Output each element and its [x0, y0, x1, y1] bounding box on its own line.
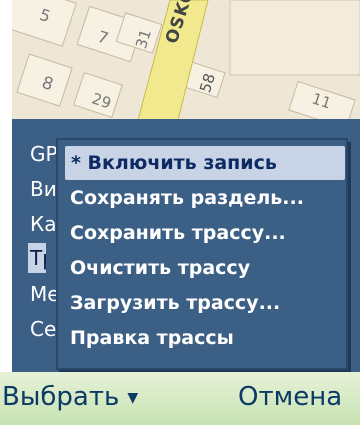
select-softkey-label: Выбрать — [2, 382, 120, 412]
submenu-item-clear-track[interactable]: Очистить трассу — [70, 251, 250, 285]
submenu-item-save-track[interactable]: Сохранить трассу... — [70, 216, 286, 250]
submenu-item-enable-recording[interactable]: * Включить запись — [65, 146, 345, 180]
cancel-softkey[interactable]: Отмена — [238, 380, 342, 414]
softkey-bar: Выбрать ▼ Отмена — [0, 372, 360, 425]
select-softkey[interactable]: Выбрать ▼ — [2, 380, 138, 415]
submenu-item-load-track[interactable]: Загрузить трассу... — [70, 286, 280, 320]
submenu-item-edit-track[interactable]: Правка трассы — [70, 321, 234, 355]
caret-down-icon: ▼ — [127, 389, 139, 406]
phone-screen: OSKOVS 5 7 31 58 8 29 11 GPS Вид Карта Т… — [0, 0, 360, 425]
map-view[interactable]: OSKOVS 5 7 31 58 8 29 11 — [12, 0, 360, 120]
submenu-item-save-separately[interactable]: Сохранять раздель... — [70, 181, 304, 215]
main-menu-item-track[interactable]: Трасса — [28, 243, 46, 273]
track-submenu: * Включить запись Сохранять раздель... С… — [56, 138, 348, 370]
